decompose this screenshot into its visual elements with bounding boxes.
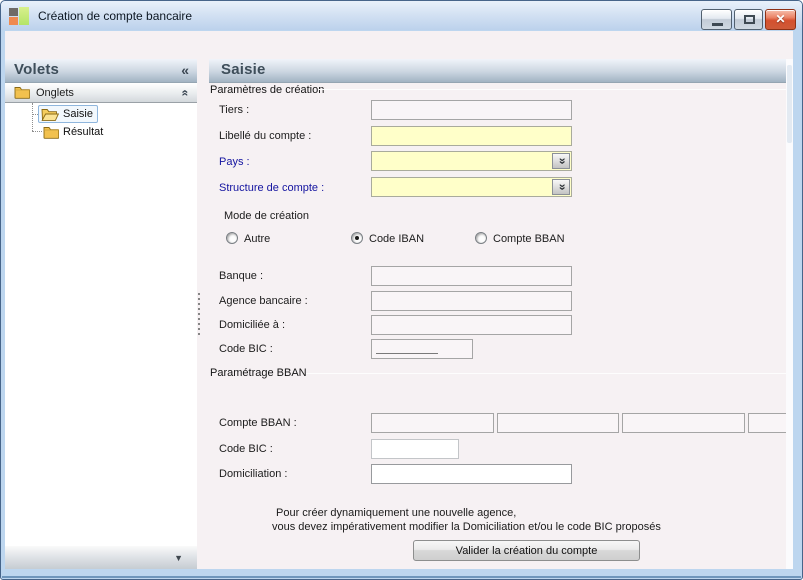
libelle-label: Libellé du compte : — [219, 130, 312, 142]
close-icon: ✕ — [775, 12, 786, 26]
groupbox-bban-line — [306, 373, 786, 374]
scrollbar-thumb[interactable] — [787, 65, 792, 143]
folder-icon — [43, 126, 59, 139]
close-button[interactable]: ✕ — [765, 9, 796, 30]
folder-icon — [14, 86, 30, 99]
pays-dropdown-button[interactable]: « — [552, 153, 570, 169]
radio-autre-label[interactable]: Autre — [244, 233, 270, 245]
comptebban-segment-4 — [748, 413, 786, 433]
navigation-tree — [5, 103, 197, 546]
splitter-grip[interactable] — [198, 293, 200, 335]
groupbox-creation-label: Paramètres de création — [210, 84, 325, 96]
mode-creation-label: Mode de création — [224, 210, 309, 222]
app-icon-orange-block — [9, 17, 18, 25]
radio-code-iban-label[interactable]: Code IBAN — [369, 233, 424, 245]
pays-label: Pays : — [219, 156, 250, 168]
groupbox-creation-line — [318, 89, 786, 90]
sidebar-title: Volets — [14, 61, 60, 78]
codebic-input — [371, 339, 473, 359]
codebic-mask-underline — [376, 353, 438, 354]
radio-compte-bban[interactable] — [475, 232, 487, 244]
radio-code-iban[interactable] — [351, 232, 363, 244]
groupbox-bban-label: Paramétrage BBAN — [210, 367, 307, 379]
validate-creation-button[interactable]: Valider la création du compte — [413, 540, 640, 561]
comptebban-segment-1 — [371, 413, 494, 433]
structure-dropdown[interactable]: « — [371, 177, 572, 197]
minimize-icon — [712, 23, 723, 26]
maximize-icon — [744, 15, 755, 24]
maximize-button[interactable] — [734, 9, 763, 30]
libelle-input[interactable] — [371, 126, 572, 146]
app-icon — [9, 7, 30, 25]
app-icon-green-block — [19, 7, 29, 25]
chevron-down-icon: « — [554, 183, 568, 191]
comptebban-label: Compte BBAN : — [219, 417, 297, 429]
radio-compte-bban-label[interactable]: Compte BBAN — [493, 233, 565, 245]
titlebar[interactable]: Création de compte bancaire ✕ — [1, 1, 802, 30]
chevron-down-icon: « — [554, 157, 568, 165]
tree-item-resultat[interactable]: Résultat — [40, 123, 108, 141]
main-header: Saisie — [209, 59, 786, 83]
folder-open-icon — [41, 108, 59, 121]
page-title: Saisie — [221, 61, 266, 78]
section-label: Onglets — [36, 86, 74, 99]
window-title: Création de compte bancaire — [38, 9, 193, 23]
comptebban-segment-2 — [497, 413, 619, 433]
tree-item-label: Saisie — [63, 108, 93, 120]
codebic2-label: Code BIC : — [219, 443, 273, 455]
banque-label: Banque : — [219, 270, 264, 282]
agence-label: Agence bancaire : — [219, 295, 308, 307]
sidebar-scroll-down[interactable]: ▼ — [5, 546, 197, 569]
codebic-label: Code BIC : — [219, 343, 273, 355]
domiciliee-input — [371, 315, 572, 335]
scroll-down-icon: ▼ — [174, 552, 183, 563]
domiciliation-label: Domiciliation : — [219, 468, 288, 480]
sidebar-header: Volets « — [5, 59, 197, 83]
note-line-1: Pour créer dynamiquement une nouvelle ag… — [276, 507, 517, 519]
structure-label: Structure de compte : — [219, 182, 325, 194]
tree-connector-line — [32, 103, 33, 131]
tree-item-saisie[interactable]: Saisie — [38, 105, 98, 123]
sidebar-section-onglets[interactable]: Onglets « — [5, 83, 197, 103]
window: Création de compte bancaire ✕ Volets « O… — [0, 0, 803, 580]
tiers-label: Tiers : — [219, 104, 250, 116]
note-line-2: vous devez impérativement modifier la Do… — [272, 521, 661, 533]
comptebban-segment-3 — [622, 413, 745, 433]
domiciliee-label: Domiciliée à : — [219, 319, 286, 331]
radio-autre[interactable] — [226, 232, 238, 244]
minimize-button[interactable] — [701, 9, 732, 30]
collapse-section-icon[interactable]: « — [179, 89, 193, 96]
banque-input — [371, 266, 572, 286]
codebic2-input[interactable] — [371, 439, 459, 459]
app-icon-gray-block — [9, 8, 18, 16]
tiers-input — [371, 100, 572, 120]
structure-dropdown-button[interactable]: « — [552, 179, 570, 195]
domiciliation-input[interactable] — [371, 464, 572, 484]
pays-dropdown[interactable]: « — [371, 151, 572, 171]
agence-input — [371, 291, 572, 311]
collapse-sidebar-icon[interactable]: « — [181, 63, 189, 77]
tree-item-label: Résultat — [63, 126, 104, 138]
